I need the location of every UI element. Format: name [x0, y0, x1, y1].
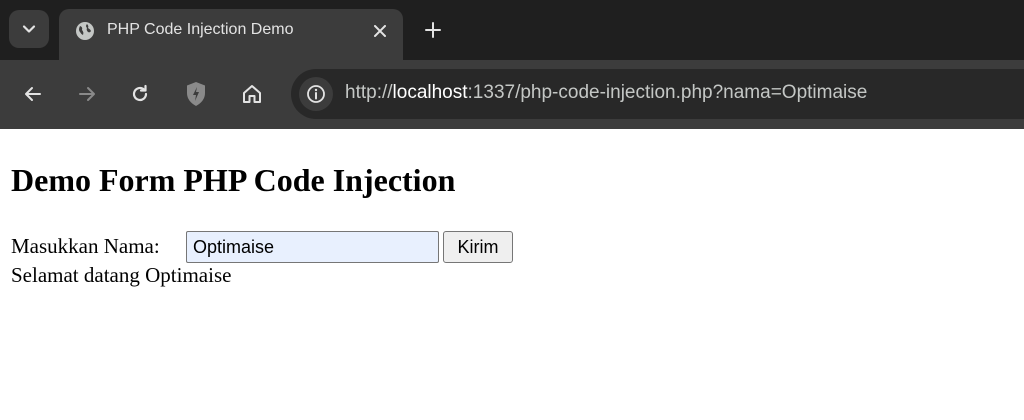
submit-button[interactable]: Kirim [443, 231, 513, 263]
name-input[interactable] [186, 231, 439, 263]
site-info-button[interactable] [299, 77, 333, 111]
back-button[interactable] [16, 77, 50, 111]
reload-button[interactable] [123, 77, 157, 111]
close-icon [374, 25, 386, 37]
new-tab-button[interactable] [420, 17, 446, 43]
info-icon [307, 85, 325, 103]
forward-arrow-icon [79, 87, 95, 101]
url-host: localhost [392, 82, 468, 103]
greeting-text: Selamat datang Optimaise [11, 263, 232, 287]
plus-icon [425, 22, 441, 38]
extension-button[interactable] [179, 77, 213, 111]
page-content: Demo Form PHP Code Injection Masukkan Na… [0, 129, 1024, 420]
back-arrow-icon [25, 87, 41, 101]
reload-icon [132, 84, 148, 102]
page-title: Demo Form PHP Code Injection [11, 162, 456, 198]
browser-toolbar: http://localhost:1337/php-code-injection… [0, 60, 1024, 129]
tab-close-button[interactable] [369, 20, 391, 42]
home-button[interactable] [235, 77, 269, 111]
home-icon [243, 85, 261, 103]
name-label: Masukkan Nama: [11, 234, 160, 258]
active-tab[interactable]: PHP Code Injection Demo [59, 9, 403, 60]
tab-search-button[interactable] [9, 10, 49, 48]
globe-icon [76, 22, 94, 40]
shield-icon [187, 82, 205, 106]
url-text[interactable]: http://localhost:1337/php-code-injection… [345, 82, 867, 104]
forward-button[interactable] [70, 77, 104, 111]
tab-title: PHP Code Injection Demo [107, 21, 294, 38]
url-scheme: http:// [345, 82, 393, 103]
address-bar[interactable]: http://localhost:1337/php-code-injection… [291, 69, 1024, 119]
tab-strip: PHP Code Injection Demo [0, 0, 1024, 60]
chevron-down-icon [22, 25, 36, 33]
url-path: :1337/php-code-injection.php?nama=Optima… [467, 82, 868, 103]
